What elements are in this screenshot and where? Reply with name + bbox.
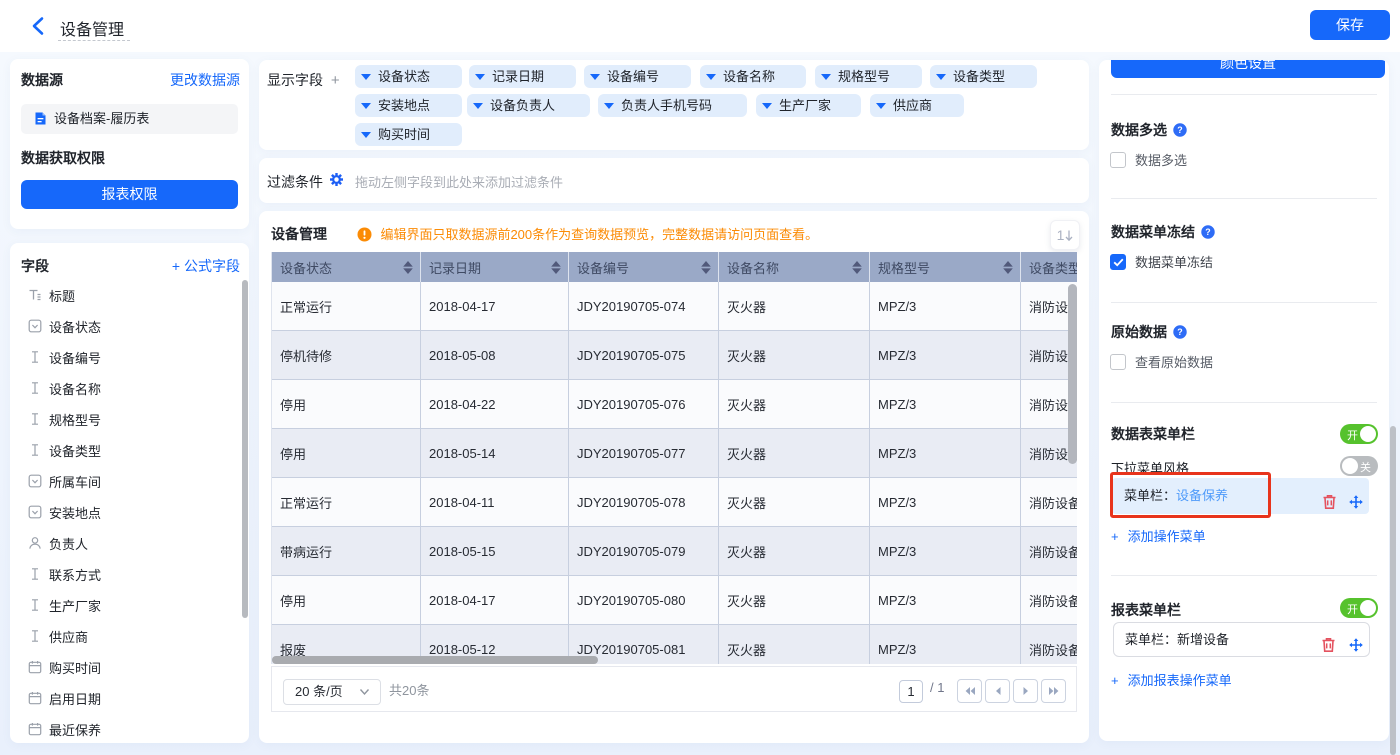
svg-text:?: ? (1177, 327, 1182, 337)
svg-text:?: ? (1177, 125, 1182, 135)
svg-text:?: ? (1205, 227, 1210, 237)
